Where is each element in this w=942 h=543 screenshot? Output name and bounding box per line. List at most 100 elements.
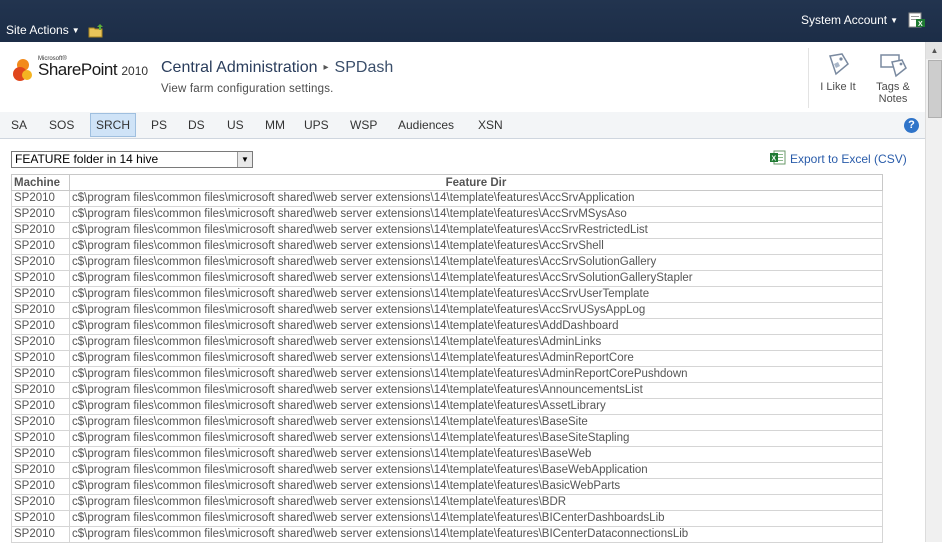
ribbon-top-bar: Site Actions ▼ System Account ▼ X bbox=[0, 0, 942, 42]
table-row: SP2010 c$\program files\common files\micr… bbox=[11, 318, 883, 335]
machine-cell: SP2010 bbox=[11, 302, 70, 319]
feature-dir-cell: c$\program files\common files\microsoft … bbox=[69, 254, 883, 271]
feature-dir-cell: c$\program files\common files\microsoft … bbox=[69, 350, 883, 367]
table-row: SP2010 c$\program files\common files\micr… bbox=[11, 222, 883, 239]
tab-audiences[interactable]: Audiences bbox=[393, 114, 459, 136]
machine-cell: SP2010 bbox=[11, 254, 70, 271]
table-row: SP2010 c$\program files\common files\micr… bbox=[11, 302, 883, 319]
breadcrumb-current: SPDash bbox=[334, 59, 394, 76]
table-row: SP2010 c$\program files\common files\micr… bbox=[11, 462, 883, 479]
feature-dir-cell: c$\program files\common files\microsoft … bbox=[69, 190, 883, 207]
tab-us[interactable]: US bbox=[222, 114, 249, 136]
page-description: View farm configuration settings. bbox=[161, 83, 334, 95]
scroll-up-icon[interactable]: ▲ bbox=[926, 42, 942, 59]
navigate-up-folder-icon[interactable] bbox=[88, 24, 104, 38]
help-icon[interactable]: ? bbox=[904, 118, 919, 133]
table-row: SP2010 c$\program files\common files\micr… bbox=[11, 494, 883, 511]
machine-cell: SP2010 bbox=[11, 446, 70, 463]
table-row: SP2010 c$\program files\common files\micr… bbox=[11, 478, 883, 495]
tab-ps[interactable]: PS bbox=[146, 114, 172, 136]
feature-dir-cell: c$\program files\common files\microsoft … bbox=[69, 302, 883, 319]
svg-text:X: X bbox=[772, 156, 777, 163]
feature-dir-cell: c$\program files\common files\microsoft … bbox=[69, 366, 883, 383]
account-name: System Account bbox=[801, 13, 888, 27]
site-actions-label: Site Actions bbox=[6, 23, 69, 37]
tab-bar: SA SOS SRCH PS DS US MM UPS WSP Audience… bbox=[0, 112, 925, 139]
column-header-feature-dir[interactable]: Feature Dir bbox=[69, 174, 883, 191]
machine-cell: SP2010 bbox=[11, 510, 70, 527]
feature-dir-cell: c$\program files\common files\microsoft … bbox=[69, 526, 883, 543]
tab-wsp[interactable]: WSP bbox=[345, 114, 382, 136]
sharepoint-logo-icon bbox=[13, 59, 32, 81]
tab-ups[interactable]: UPS bbox=[299, 114, 334, 136]
i-like-it-button[interactable]: I Like It bbox=[808, 48, 867, 108]
machine-cell: SP2010 bbox=[11, 494, 70, 511]
breadcrumb-root-link[interactable]: Central Administration bbox=[161, 59, 318, 76]
report-select[interactable]: FEATURE folder in 14 hive ▼ bbox=[11, 151, 253, 168]
table-row: SP2010 c$\program files\common files\micr… bbox=[11, 238, 883, 255]
account-menu[interactable]: System Account ▼ bbox=[801, 13, 898, 27]
machine-cell: SP2010 bbox=[11, 478, 70, 495]
machine-cell: SP2010 bbox=[11, 462, 70, 479]
feature-dir-cell: c$\program files\common files\microsoft … bbox=[69, 462, 883, 479]
machine-cell: SP2010 bbox=[11, 382, 70, 399]
tags-notes-button[interactable]: Tags & Notes bbox=[866, 48, 920, 108]
table-row: SP2010 c$\program files\common files\micr… bbox=[11, 526, 883, 543]
chevron-down-icon: ▼ bbox=[71, 26, 80, 35]
tags-notes-label-1: Tags & bbox=[876, 81, 910, 93]
breadcrumb: Central Administration ▸ SPDash bbox=[161, 59, 393, 77]
feature-dir-cell: c$\program files\common files\microsoft … bbox=[69, 206, 883, 223]
excel-export-icon: X bbox=[770, 150, 786, 165]
table-row: SP2010 c$\program files\common files\micr… bbox=[11, 414, 883, 431]
dropdown-arrow-icon[interactable]: ▼ bbox=[237, 152, 252, 167]
feature-dir-cell: c$\program files\common files\microsoft … bbox=[69, 334, 883, 351]
breadcrumb-arrow-icon: ▸ bbox=[323, 62, 329, 73]
tags-notes-icon bbox=[880, 54, 907, 78]
excel-icon[interactable]: X bbox=[908, 12, 926, 28]
chevron-down-icon: ▼ bbox=[890, 16, 898, 25]
site-actions-menu[interactable]: Site Actions ▼ bbox=[6, 23, 80, 37]
machine-cell: SP2010 bbox=[11, 366, 70, 383]
table-row: SP2010 c$\program files\common files\micr… bbox=[11, 510, 883, 527]
scrollbar-thumb[interactable] bbox=[928, 60, 942, 118]
feature-dir-cell: c$\program files\common files\microsoft … bbox=[69, 238, 883, 255]
logo-brand: SharePoint bbox=[38, 60, 118, 79]
table-row: SP2010 c$\program files\common files\micr… bbox=[11, 286, 883, 303]
feature-dir-cell: c$\program files\common files\microsoft … bbox=[69, 270, 883, 287]
table-row: SP2010 c$\program files\common files\micr… bbox=[11, 334, 883, 351]
machine-cell: SP2010 bbox=[11, 238, 70, 255]
feature-dir-cell: c$\program files\common files\microsoft … bbox=[69, 430, 883, 447]
feature-dir-table: Machine Feature Dir SP2010 c$\program fil… bbox=[11, 174, 883, 543]
machine-cell: SP2010 bbox=[11, 286, 70, 303]
table-row: SP2010 c$\program files\common files\micr… bbox=[11, 430, 883, 447]
feature-dir-cell: c$\program files\common files\microsoft … bbox=[69, 414, 883, 431]
machine-cell: SP2010 bbox=[11, 222, 70, 239]
machine-cell: SP2010 bbox=[11, 430, 70, 447]
table-row: SP2010 c$\program files\common files\micr… bbox=[11, 382, 883, 399]
table-row: SP2010 c$\program files\common files\micr… bbox=[11, 206, 883, 223]
feature-dir-cell: c$\program files\common files\microsoft … bbox=[69, 286, 883, 303]
tab-mm[interactable]: MM bbox=[260, 114, 290, 136]
report-select-value: FEATURE folder in 14 hive bbox=[15, 152, 159, 166]
i-like-it-label: I Like It bbox=[820, 81, 856, 93]
feature-dir-cell: c$\program files\common files\microsoft … bbox=[69, 382, 883, 399]
table-row: SP2010 c$\program files\common files\micr… bbox=[11, 190, 883, 207]
machine-cell: SP2010 bbox=[11, 206, 70, 223]
feature-dir-cell: c$\program files\common files\microsoft … bbox=[69, 222, 883, 239]
table-row: SP2010 c$\program files\common files\micr… bbox=[11, 254, 883, 271]
table-row: SP2010 c$\program files\common files\micr… bbox=[11, 350, 883, 367]
tab-sa[interactable]: SA bbox=[6, 114, 32, 136]
feature-dir-cell: c$\program files\common files\microsoft … bbox=[69, 318, 883, 335]
machine-cell: SP2010 bbox=[11, 190, 70, 207]
tab-srch[interactable]: SRCH bbox=[90, 113, 137, 137]
export-to-excel-link[interactable]: X Export to Excel (CSV) bbox=[770, 150, 907, 166]
feature-dir-cell: c$\program files\common files\microsoft … bbox=[69, 510, 883, 527]
machine-cell: SP2010 bbox=[11, 270, 70, 287]
table-row: SP2010 c$\program files\common files\micr… bbox=[11, 446, 883, 463]
tab-xsn[interactable]: XSN bbox=[473, 114, 508, 136]
tab-sos[interactable]: SOS bbox=[44, 114, 79, 136]
tab-ds[interactable]: DS bbox=[183, 114, 210, 136]
machine-cell: SP2010 bbox=[11, 414, 70, 431]
column-header-machine[interactable]: Machine bbox=[11, 174, 70, 191]
vertical-scrollbar[interactable]: ▲ bbox=[925, 42, 942, 542]
